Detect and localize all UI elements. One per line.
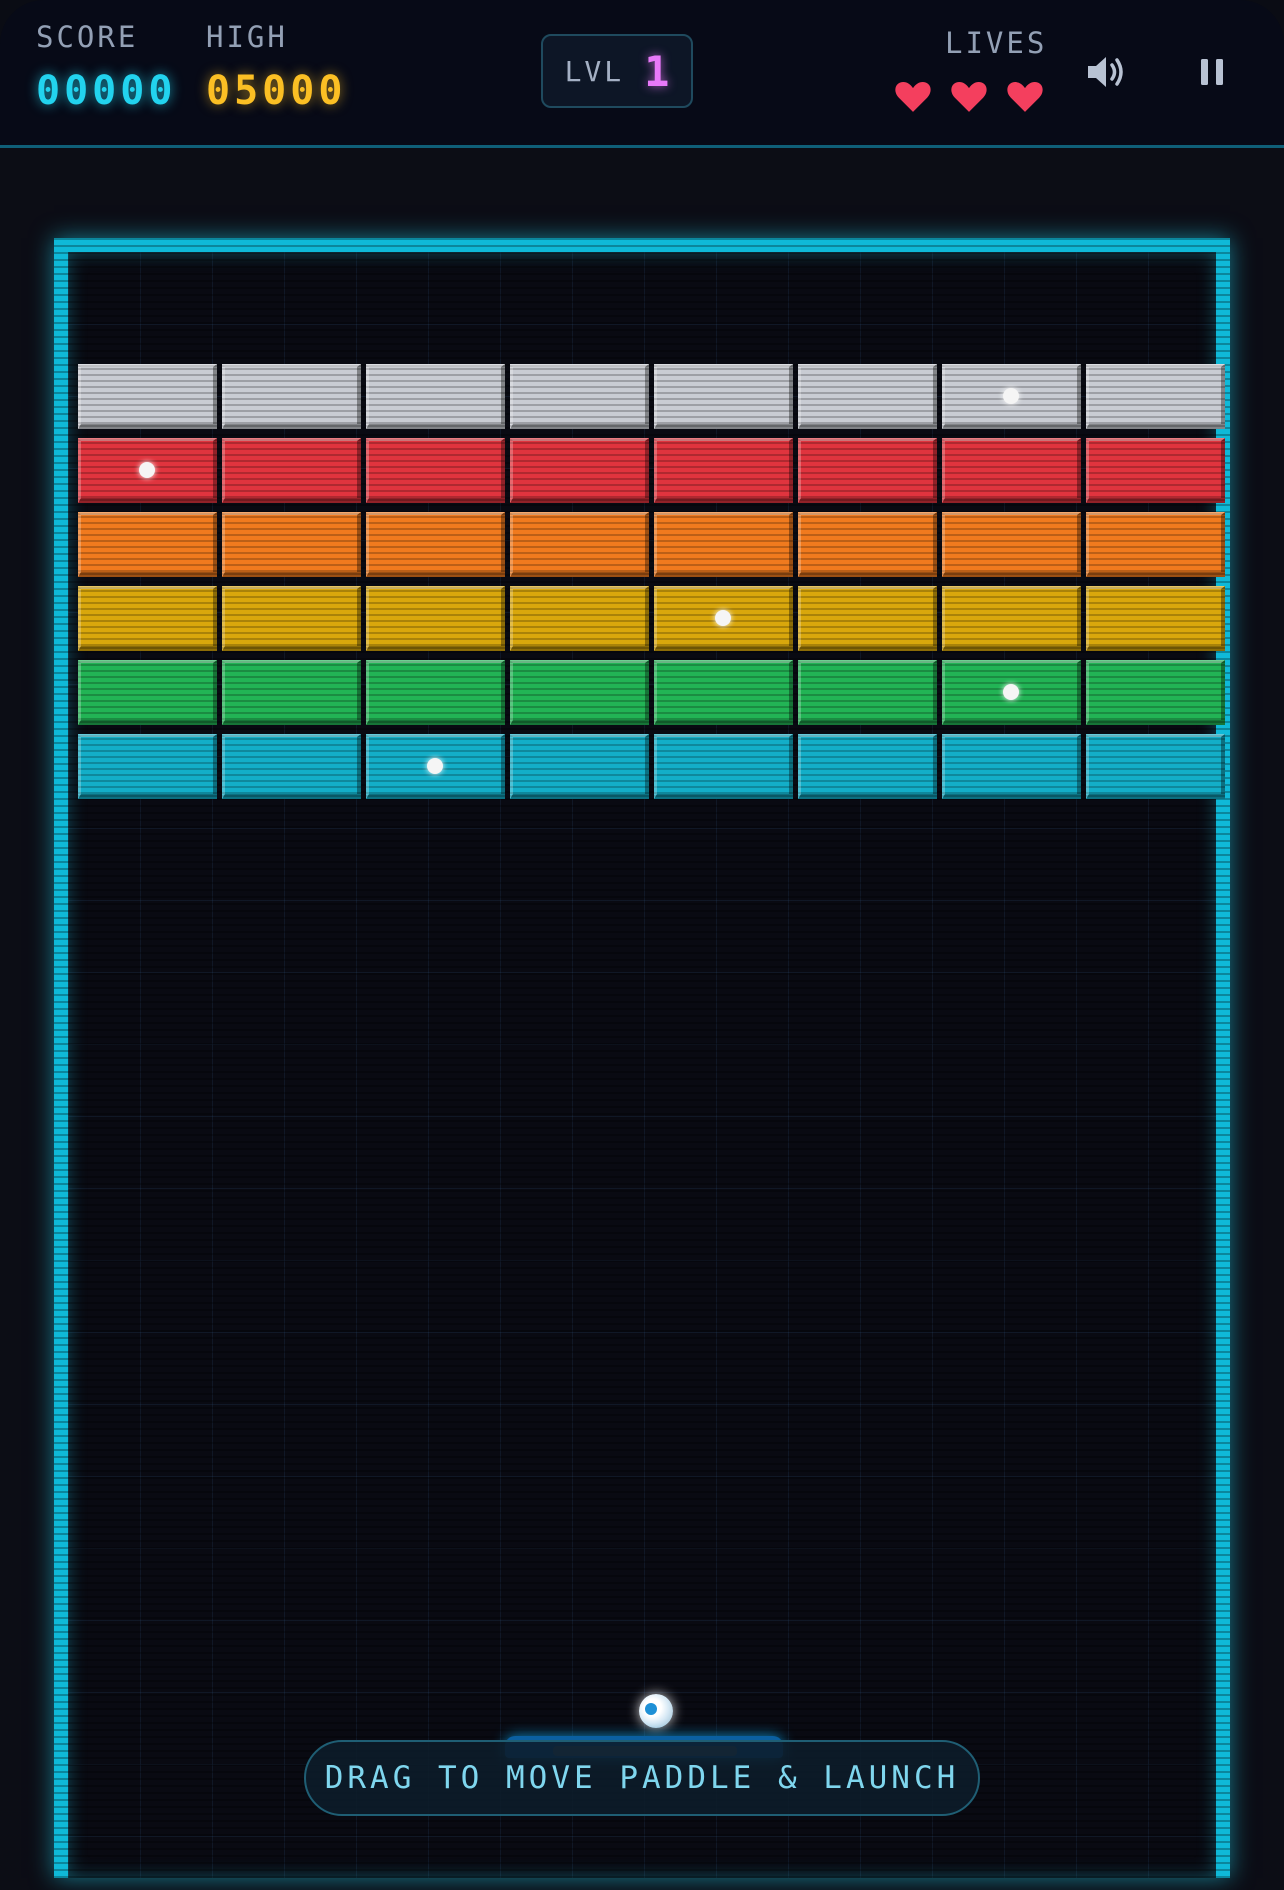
brick xyxy=(798,364,937,429)
score-label: SCORE xyxy=(36,20,139,54)
brick xyxy=(78,364,217,429)
brick-wall xyxy=(78,364,1230,799)
brick xyxy=(798,438,937,503)
brick xyxy=(78,586,217,651)
sound-toggle-button[interactable] xyxy=(1078,48,1134,96)
level-value: 1 xyxy=(644,46,670,96)
heart-icon xyxy=(951,82,987,112)
game-screen: SCORE 00000 HIGH 05000 LVL 1 LIVES DRAG … xyxy=(0,0,1284,1890)
brick xyxy=(366,438,505,503)
brick xyxy=(510,586,649,651)
high-score-label: HIGH xyxy=(206,20,288,54)
brick xyxy=(366,734,505,799)
brick xyxy=(654,660,793,725)
brick xyxy=(1086,734,1225,799)
brick xyxy=(366,512,505,577)
lives-indicator xyxy=(894,78,1044,114)
brick xyxy=(222,586,361,651)
brick xyxy=(942,438,1081,503)
brick xyxy=(510,512,649,577)
brick xyxy=(366,586,505,651)
brick xyxy=(654,512,793,577)
heart-icon xyxy=(895,82,931,112)
brick xyxy=(510,660,649,725)
ball xyxy=(639,1694,673,1728)
brick xyxy=(798,660,937,725)
brick-sparkle xyxy=(1003,683,1019,700)
brick xyxy=(222,734,361,799)
brick xyxy=(78,734,217,799)
brick xyxy=(222,364,361,429)
lives-label: LIVES xyxy=(945,26,1048,60)
brick xyxy=(654,438,793,503)
hint-banner: DRAG TO MOVE PADDLE & LAUNCH xyxy=(304,1740,980,1816)
brick xyxy=(942,512,1081,577)
brick xyxy=(1086,438,1225,503)
brick xyxy=(1086,364,1225,429)
brick xyxy=(222,512,361,577)
brick xyxy=(942,586,1081,651)
brick xyxy=(1086,660,1225,725)
high-score-value: 05000 xyxy=(206,68,347,114)
brick xyxy=(942,364,1081,429)
level-badge: LVL 1 xyxy=(541,34,693,108)
brick xyxy=(1086,586,1225,651)
brick xyxy=(942,734,1081,799)
pause-button[interactable] xyxy=(1188,48,1236,96)
score-value: 00000 xyxy=(36,68,177,114)
brick xyxy=(78,660,217,725)
brick xyxy=(798,512,937,577)
brick xyxy=(222,438,361,503)
brick-sparkle xyxy=(1003,387,1019,404)
brick xyxy=(654,734,793,799)
brick xyxy=(222,660,361,725)
brick xyxy=(78,512,217,577)
brick xyxy=(510,734,649,799)
playfield[interactable]: DRAG TO MOVE PADDLE & LAUNCH xyxy=(54,238,1230,1878)
hint-text: DRAG TO MOVE PADDLE & LAUNCH xyxy=(324,1760,960,1796)
brick-sparkle xyxy=(139,461,155,478)
brick xyxy=(798,586,937,651)
brick xyxy=(510,364,649,429)
hud-bar: SCORE 00000 HIGH 05000 LVL 1 LIVES xyxy=(0,0,1284,148)
brick xyxy=(78,438,217,503)
brick xyxy=(654,364,793,429)
brick xyxy=(798,734,937,799)
brick xyxy=(942,660,1081,725)
brick xyxy=(1086,512,1225,577)
brick-sparkle xyxy=(715,609,731,626)
pause-icon xyxy=(1201,59,1223,85)
brick xyxy=(654,586,793,651)
heart-icon xyxy=(1007,82,1043,112)
level-label: LVL xyxy=(564,54,625,88)
brick xyxy=(510,438,649,503)
brick xyxy=(366,364,505,429)
brick xyxy=(366,660,505,725)
brick-sparkle xyxy=(427,757,443,774)
speaker-icon xyxy=(1088,57,1123,87)
